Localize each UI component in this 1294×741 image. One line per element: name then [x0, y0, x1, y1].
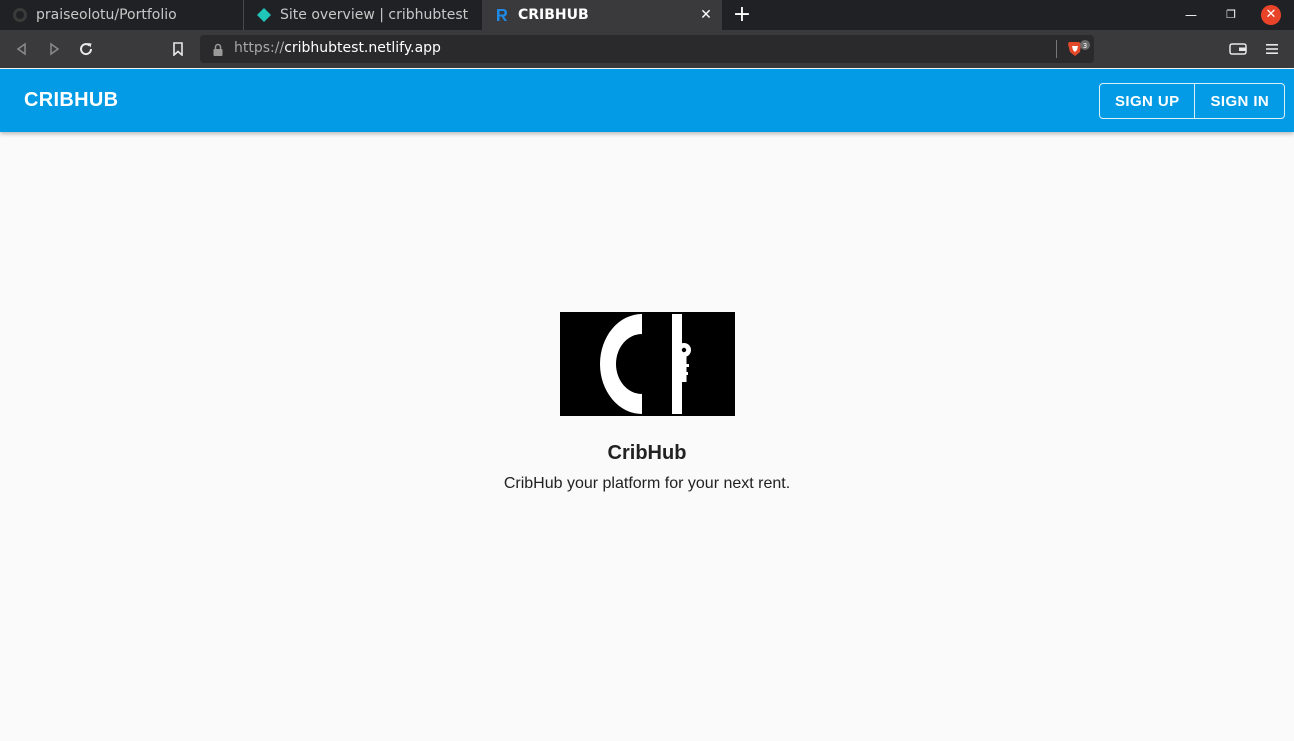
sign-up-button[interactable]: SIGN UP	[1100, 84, 1196, 118]
react-icon	[494, 7, 510, 23]
tab-cribhub[interactable]: CRIBHUB ✕	[482, 0, 722, 30]
github-icon	[12, 7, 28, 23]
sign-in-button[interactable]: SIGN IN	[1195, 84, 1284, 118]
reload-icon[interactable]	[75, 38, 97, 60]
shields-count-badge: 3	[1083, 42, 1087, 50]
brave-shields-icon[interactable]: 3	[1066, 40, 1090, 58]
tab-title: CRIBHUB	[518, 7, 589, 23]
tab-title: praiseolotu/Portfolio	[36, 7, 177, 23]
netlify-icon	[256, 7, 272, 23]
new-tab-icon[interactable]: +	[730, 3, 754, 27]
auth-button-group: SIGN UP SIGN IN	[1099, 83, 1286, 119]
address-text: https://cribhubtest.netlify.app	[234, 40, 441, 56]
forward-icon[interactable]	[43, 38, 65, 60]
hero-title: CribHub	[607, 442, 687, 464]
close-window-icon[interactable]: ✕	[1261, 5, 1281, 25]
brand-title[interactable]: CRIBHUB	[24, 89, 118, 112]
address-bar[interactable]: https://cribhubtest.netlify.app 3	[200, 35, 1094, 63]
hero-subtitle: CribHub your platform for your next rent…	[503, 475, 791, 492]
app-header: CRIBHUB SIGN UP SIGN IN	[0, 69, 1294, 132]
close-tab-icon[interactable]: ✕	[698, 7, 714, 23]
hero-section: CribHub CribHub your platform for your n…	[0, 312, 1294, 493]
back-icon[interactable]	[11, 38, 33, 60]
menu-icon[interactable]	[1261, 38, 1283, 60]
tab-portfolio[interactable]: praiseolotu/Portfolio	[0, 0, 242, 30]
browser-toolbar: https://cribhubtest.netlify.app 3	[0, 30, 1294, 68]
browser-tab-strip: praiseolotu/Portfolio Site overview | cr…	[0, 0, 1294, 30]
wallet-icon[interactable]	[1227, 38, 1249, 60]
tab-site-overview[interactable]: Site overview | cribhubtest	[243, 0, 481, 30]
maximize-icon[interactable]: ❐	[1221, 5, 1241, 25]
bookmark-icon[interactable]	[167, 38, 189, 60]
tab-title: Site overview | cribhubtest	[280, 7, 469, 23]
lock-icon	[212, 42, 224, 56]
cribhub-logo	[559, 312, 735, 416]
address-divider	[1056, 40, 1057, 58]
minimize-icon[interactable]: —	[1181, 5, 1201, 25]
